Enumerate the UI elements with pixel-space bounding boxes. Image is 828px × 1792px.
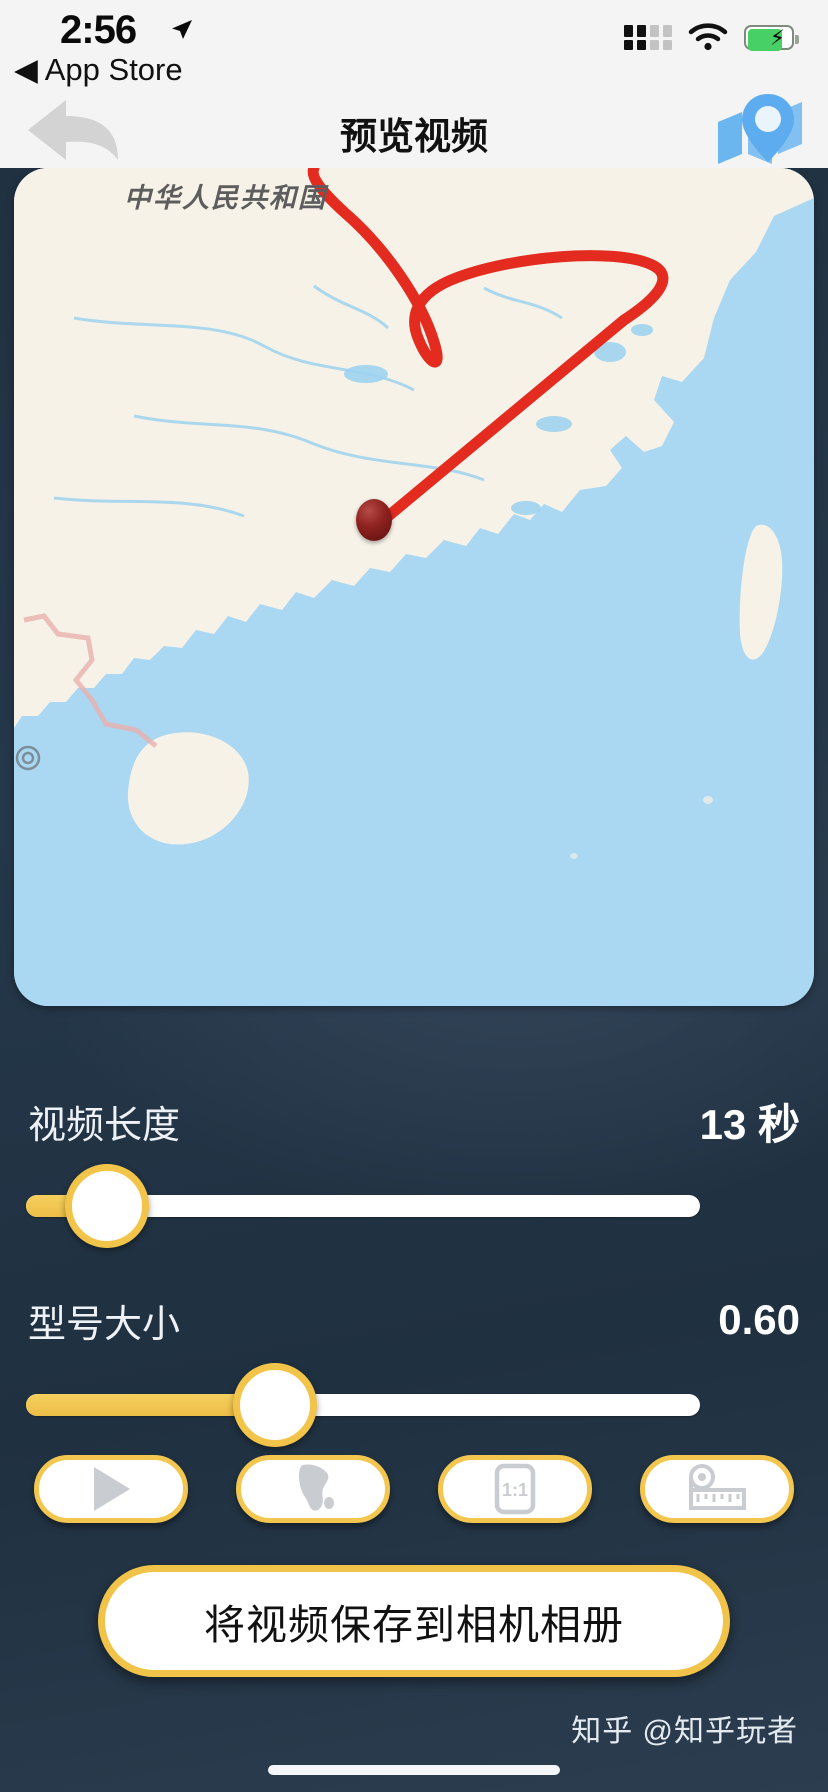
play-icon [94, 1467, 130, 1511]
map-style-button[interactable] [236, 1455, 390, 1523]
measuring-tape-icon [689, 1464, 746, 1510]
battery-charging-icon: ⚡ [744, 24, 799, 51]
map-country-label: 中华人民共和国 [124, 183, 327, 213]
status-bar-indicators: ⚡ [624, 22, 799, 52]
video-length-slider[interactable] [26, 1164, 700, 1248]
wifi-icon [688, 23, 728, 51]
model-size-value: 0.60 [718, 1296, 800, 1343]
status-bar: 2:56 ◀ App Store ⚡ [0, 0, 828, 90]
page-title: 预览视频 [340, 116, 488, 157]
status-bar-time: 2:56 [60, 8, 137, 52]
play-button[interactable] [34, 1455, 188, 1523]
video-length-label: 视频长度 [28, 1104, 181, 1147]
home-indicator[interactable] [268, 1765, 560, 1775]
aspect-ratio-button[interactable]: 1:1 [438, 1455, 592, 1523]
map-pin-icon[interactable] [712, 90, 808, 168]
model-size-row: 型号大小 0.60 [28, 1296, 800, 1346]
app-screen: 2:56 ◀ App Store ⚡ 预览视频 中华人民共和国 视频长度 13 … [0, 0, 828, 1792]
slider-thumb[interactable] [64, 1164, 149, 1248]
cellular-signal-icon [624, 24, 672, 50]
map-preview-card[interactable]: 中华人民共和国 [14, 168, 814, 1006]
route-start-marker [356, 499, 392, 541]
slider-thumb[interactable] [233, 1363, 318, 1447]
model-size-label: 型号大小 [28, 1303, 181, 1346]
video-length-row: 视频长度 13 秒 [28, 1098, 800, 1148]
one-to-one-icon: 1:1 [494, 1463, 536, 1515]
watermark: 知乎 @知乎玩者 [571, 1715, 798, 1748]
model-size-slider[interactable] [26, 1363, 700, 1447]
location-arrow-icon [172, 20, 192, 39]
save-video-button[interactable]: 将视频保存到相机相册 [98, 1565, 730, 1677]
navigation-bar: 预览视频 [0, 90, 828, 168]
status-bar-back-to-app-store[interactable]: ◀ App Store [14, 52, 183, 88]
video-length-value: 13 秒 [699, 1100, 800, 1148]
svg-text:1:1: 1:1 [502, 1480, 528, 1500]
tool-button-row: 1:1 [34, 1450, 794, 1528]
globe-map-icon [299, 1464, 334, 1511]
map-canvas [14, 168, 814, 1006]
measure-button[interactable] [640, 1455, 794, 1523]
save-video-button-label: 将视频保存到相机相册 [204, 1602, 624, 1648]
